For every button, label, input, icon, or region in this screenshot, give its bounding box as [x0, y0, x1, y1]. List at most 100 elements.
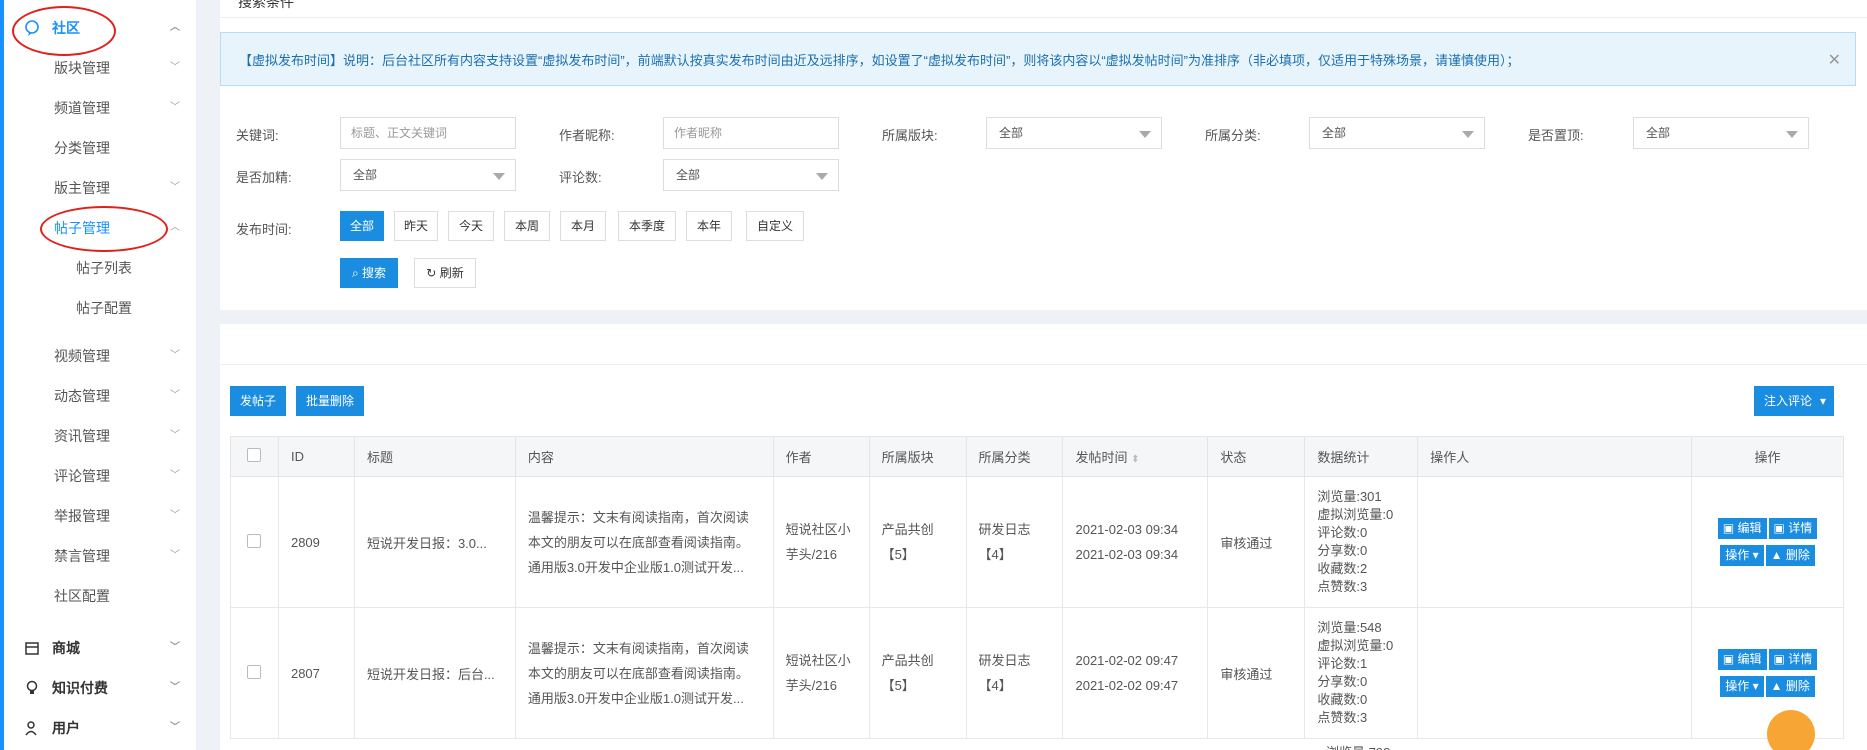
time-option-week[interactable]: 本周: [504, 211, 550, 241]
stat-line: 浏览量:301: [1317, 489, 1382, 504]
sidebar-item-channels[interactable]: 频道管理 ﹀: [4, 88, 200, 128]
customer-service-icon[interactable]: [1767, 710, 1815, 750]
cell-stats: 浏览量:548 虚拟浏览量:0 评论数:1 分享数:0 收藏数:0 点赞数:3: [1304, 607, 1419, 739]
cell-section: 产品共创 【5】: [868, 476, 967, 608]
stat-line: 评论数:0: [1317, 525, 1368, 540]
sidebar-item-moderators[interactable]: 版主管理 ﹀: [4, 168, 200, 208]
time-option-today[interactable]: 今天: [448, 211, 494, 241]
time-option-year[interactable]: 本年: [686, 211, 732, 241]
section-select[interactable]: 全部: [986, 117, 1162, 149]
time-label: 发布时间:: [236, 222, 292, 237]
time-option-custom[interactable]: 自定义: [746, 211, 804, 241]
sidebar-item-label: 帖子列表: [76, 260, 132, 276]
time-option-yesterday[interactable]: 昨天: [394, 211, 438, 241]
author-line: 短说社区小: [785, 522, 851, 537]
close-icon[interactable]: ✕: [1828, 50, 1841, 70]
row-checkbox[interactable]: [247, 533, 262, 548]
comments-select[interactable]: 全部: [663, 159, 839, 191]
edit-button[interactable]: ▣ 编辑: [1717, 649, 1767, 670]
time-line: 2021-02-03 09:34: [1075, 547, 1179, 562]
category-value: 全部: [1322, 126, 1347, 140]
time-line: 2021-02-02 09:47: [1075, 678, 1179, 693]
sidebar-item-label: 帖子管理: [54, 220, 110, 236]
detail-button[interactable]: ▣ 详情: [1768, 518, 1818, 539]
cell-title[interactable]: 短说开发日报：后台...: [353, 607, 516, 739]
nav-mall[interactable]: 商城 ﹀: [4, 628, 200, 668]
sidebar-item-comments[interactable]: 评论管理 ﹀: [4, 456, 200, 496]
author-input[interactable]: 作者昵称: [663, 117, 839, 149]
nav-community-label: 社区: [52, 20, 80, 36]
section-line: 【5】: [881, 678, 915, 693]
row-select-cell: [230, 607, 279, 739]
chevron-up-icon: ︿: [170, 222, 180, 233]
caret-down-icon: ▾: [1819, 394, 1826, 408]
category-select[interactable]: 全部: [1309, 117, 1485, 149]
keyword-input[interactable]: 标题、正文关键词: [340, 117, 516, 149]
caret-down-icon: [1139, 131, 1151, 138]
more-actions-button[interactable]: 操作 ▾: [1720, 676, 1764, 697]
cell-id: 2809: [277, 476, 355, 608]
search-button-label: 搜索: [362, 266, 387, 280]
sidebar-item-label: 频道管理: [54, 100, 110, 116]
caret-down-icon: ▾: [1749, 679, 1759, 693]
inject-comment-button[interactable]: 注入评论 ▾: [1754, 386, 1834, 416]
sidebar-item-sections[interactable]: 版块管理 ﹀: [4, 48, 200, 88]
delete-button[interactable]: ▲ 删除: [1765, 545, 1815, 566]
sidebar-item-mutes[interactable]: 禁言管理 ﹀: [4, 536, 200, 576]
sidebar-item-posts[interactable]: 帖子管理 ︿: [4, 208, 200, 248]
edit-button[interactable]: ▣ 编辑: [1717, 518, 1767, 539]
sidebar-item-post-list[interactable]: 帖子列表: [4, 248, 200, 288]
refresh-button[interactable]: ↻ 刷新: [414, 258, 476, 288]
sidebar-item-categories[interactable]: 分类管理: [4, 128, 200, 168]
nav-users[interactable]: 用户 ﹀: [4, 708, 200, 748]
nav-community[interactable]: 社区 ︿: [4, 8, 200, 48]
search-button[interactable]: ⌕ 搜索: [340, 258, 398, 288]
time-option-all[interactable]: 全部: [340, 211, 384, 241]
sidebar-item-label: 版主管理: [54, 180, 110, 196]
nav-mall-label: 商城: [52, 640, 80, 656]
stat-line: 浏览量:548: [1317, 620, 1382, 635]
refresh-icon: ↻: [426, 266, 440, 280]
content-line: 通用版3.0开发中企业版1.0测试开发...: [527, 690, 744, 706]
sidebar-item-feeds[interactable]: 动态管理 ﹀: [4, 376, 200, 416]
edit-icon: ▣: [1722, 521, 1738, 535]
sidebar-item-news[interactable]: 资讯管理 ﹀: [4, 416, 200, 456]
time-option-quarter[interactable]: 本季度: [618, 211, 676, 241]
time-line: 2021-02-02 09:47: [1075, 653, 1179, 668]
chevron-up-icon: ︿: [170, 22, 180, 33]
author-line: 芋头/216: [785, 678, 837, 693]
content-line: 温馨提示：文末有阅读指南，首次阅读: [527, 509, 749, 525]
detail-button[interactable]: ▣ 详情: [1768, 649, 1818, 670]
nav-users-label: 用户: [52, 720, 80, 736]
author-line: 短说社区小: [785, 653, 851, 668]
sidebar-item-videos[interactable]: 视频管理 ﹀: [4, 336, 200, 376]
stat-line: 点赞数:3: [1317, 579, 1368, 594]
caret-down-icon: [1462, 131, 1474, 138]
cell-actions: ▣ 编辑 ▣ 详情 操作 ▾ ▲ 删除: [1691, 607, 1844, 739]
row-checkbox[interactable]: [247, 664, 262, 679]
delete-button[interactable]: ▲ 删除: [1765, 676, 1815, 697]
col-category: 所属分类: [965, 436, 1064, 477]
caret-down-icon: [1786, 131, 1798, 138]
sidebar-divider: [196, 0, 204, 750]
pinned-select[interactable]: 全部: [1633, 117, 1809, 149]
row-select-cell: [230, 476, 279, 608]
sidebar-item-community-config[interactable]: 社区配置: [4, 576, 200, 616]
category-line: 【4】: [978, 678, 1012, 693]
post-button[interactable]: 发帖子: [230, 386, 286, 416]
chevron-down-icon: ﹀: [170, 682, 180, 693]
sort-icon[interactable]: ⬍: [1131, 454, 1139, 465]
nav-knowledge[interactable]: 知识付费 ﹀: [4, 668, 200, 708]
keyword-label: 关键词:: [236, 128, 279, 143]
time-option-month[interactable]: 本月: [560, 211, 606, 241]
col-section: 所属版块: [868, 436, 967, 477]
batch-delete-button[interactable]: 批量删除: [296, 386, 364, 416]
sidebar-item-post-config[interactable]: 帖子配置: [4, 288, 200, 328]
featured-select[interactable]: 全部: [340, 159, 516, 191]
select-all-checkbox[interactable]: [247, 448, 262, 462]
col-time[interactable]: 发帖时间 ⬍: [1062, 436, 1209, 477]
more-actions-button[interactable]: 操作 ▾: [1720, 545, 1764, 566]
sidebar-item-reports[interactable]: 举报管理 ﹀: [4, 496, 200, 536]
cell-title[interactable]: 短说开发日报：3.0...: [353, 476, 516, 608]
stat-line: 分享数:0: [1317, 674, 1368, 689]
